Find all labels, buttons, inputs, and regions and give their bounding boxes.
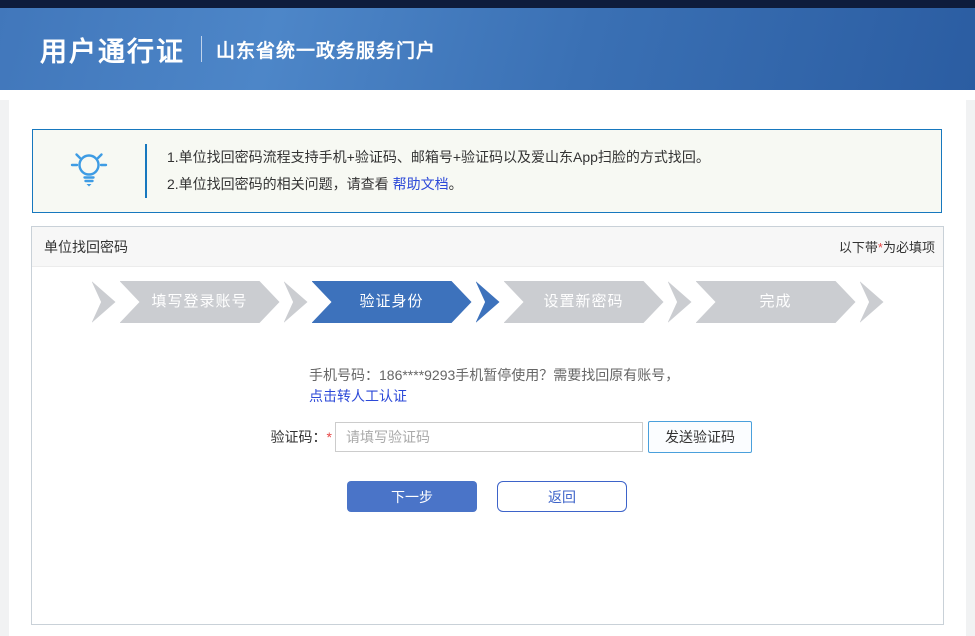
brand-divider xyxy=(201,36,202,62)
top-navy-strip xyxy=(0,0,975,8)
verification-code-input[interactable] xyxy=(335,422,643,452)
content-wrapper: 1.单位找回密码流程支持手机+验证码、邮箱号+验证码以及爱山东App扫脸的方式找… xyxy=(9,100,966,636)
tip-icon-wrap xyxy=(33,148,145,195)
step-fill-account: 填写登录账号 xyxy=(120,281,308,323)
panel-titlebar: 单位找回密码 以下带*为必填项 xyxy=(32,227,943,267)
chevron-icon xyxy=(860,281,884,323)
step-indicator: 填写登录账号 验证身份 设置新密码 完成 xyxy=(92,281,884,323)
brand-title: 用户通行证 xyxy=(40,30,185,69)
password-recovery-panel: 单位找回密码 以下带*为必填项 填写登录账号 验证身份 设置新密码 xyxy=(31,226,944,625)
code-label: 验证码：* xyxy=(32,427,332,447)
next-step-button[interactable]: 下一步 xyxy=(347,481,477,512)
chevron-icon xyxy=(284,281,308,323)
verification-code-row: 验证码：* 发送验证码 xyxy=(32,421,943,453)
portal-title: 山东省统一政务服务门户 xyxy=(216,36,436,63)
phone-number-notice: 手机号码：186****9293手机暂停使用？需要找回原有账号，点击转人工认证 xyxy=(309,365,684,407)
chevron-icon xyxy=(476,281,500,323)
step-verify-identity: 验证身份 xyxy=(312,281,500,323)
tip-box: 1.单位找回密码流程支持手机+验证码、邮箱号+验证码以及爱山东App扫脸的方式找… xyxy=(32,129,942,213)
manual-verify-link[interactable]: 点击转人工认证 xyxy=(309,388,407,404)
step-set-new-password: 设置新密码 xyxy=(504,281,692,323)
code-required-star: * xyxy=(327,429,332,445)
lightbulb-icon xyxy=(68,148,110,195)
step-label: 验证身份 xyxy=(312,281,472,323)
action-buttons-row: 下一步 返回 xyxy=(347,481,943,512)
chevron-icon xyxy=(668,281,692,323)
header-gap xyxy=(0,90,975,100)
step-label: 填写登录账号 xyxy=(120,281,280,323)
help-doc-link[interactable]: 帮助文档 xyxy=(393,176,449,192)
send-code-button[interactable]: 发送验证码 xyxy=(648,421,752,453)
leading-chevron-icon xyxy=(92,281,116,323)
step-label: 完成 xyxy=(696,281,856,323)
tip-text: 1.单位找回密码流程支持手机+验证码、邮箱号+验证码以及爱山东App扫脸的方式找… xyxy=(147,144,710,198)
tip-line-2: 2.单位找回密码的相关问题，请查看 帮助文档。 xyxy=(167,171,710,198)
site-header: 用户通行证 山东省统一政务服务门户 xyxy=(0,8,975,90)
tip-line-1: 1.单位找回密码流程支持手机+验证码、邮箱号+验证码以及爱山东App扫脸的方式找… xyxy=(167,144,710,171)
step-label: 设置新密码 xyxy=(504,281,664,323)
panel-title: 单位找回密码 xyxy=(44,237,128,257)
page-area: 1.单位找回密码流程支持手机+验证码、邮箱号+验证码以及爱山东App扫脸的方式找… xyxy=(0,100,975,636)
required-note: 以下带*为必填项 xyxy=(839,237,935,256)
back-button[interactable]: 返回 xyxy=(497,481,627,512)
step-complete: 完成 xyxy=(696,281,884,323)
